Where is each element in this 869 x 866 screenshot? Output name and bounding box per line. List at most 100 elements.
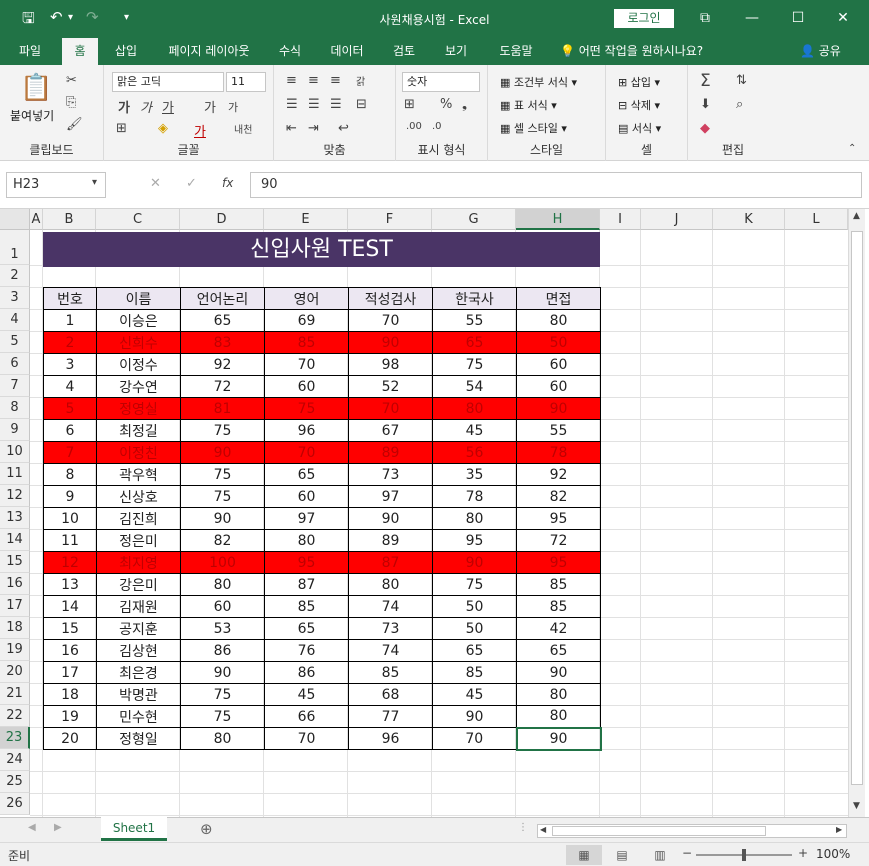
column-header-selected[interactable]: H (516, 209, 600, 230)
table-cell[interactable]: 90 (516, 397, 601, 420)
tab-formulas[interactable]: 수식 (270, 38, 310, 65)
percent-icon[interactable]: % (440, 97, 452, 112)
header-cell[interactable]: 영어 (264, 287, 349, 310)
table-cell[interactable]: 75 (180, 683, 265, 706)
table-cell[interactable]: 81 (180, 397, 265, 420)
collapse-ribbon-icon[interactable]: ⌃ (848, 143, 856, 154)
table-cell[interactable]: 최은경 (96, 661, 181, 684)
table-cell[interactable]: 13 (43, 573, 97, 596)
table-cell[interactable]: 60 (180, 595, 265, 618)
tab-insert[interactable]: 삽입 (106, 38, 146, 65)
table-cell[interactable]: 민수현 (96, 705, 181, 728)
paste-label[interactable]: 붙여넣기 (10, 107, 54, 124)
table-cell[interactable]: 72 (516, 529, 601, 552)
delete-cells-button[interactable]: ⊟ 삭제 ▾ (618, 97, 660, 113)
table-cell[interactable]: 90 (180, 441, 265, 464)
sheet-title-cell[interactable]: 신입사원 TEST (43, 232, 600, 267)
tab-page-layout[interactable]: 페이지 레이아웃 (160, 38, 258, 65)
table-cell[interactable]: 97 (264, 507, 349, 530)
table-cell[interactable]: 정은미 (96, 529, 181, 552)
row-header[interactable]: 11 (0, 463, 30, 485)
table-cell[interactable]: 강은미 (96, 573, 181, 596)
row-header[interactable]: 10 (0, 441, 30, 463)
cell-styles-button[interactable]: ▦ 셀 스타일 ▾ (500, 120, 567, 136)
table-cell[interactable]: 78 (516, 441, 601, 464)
table-cell[interactable]: 85 (516, 595, 601, 618)
find-select-icon[interactable]: ⌕ (736, 97, 743, 112)
insert-function-icon[interactable]: fx (222, 176, 233, 190)
table-cell[interactable]: 75 (264, 397, 349, 420)
table-cell[interactable]: 45 (264, 683, 349, 706)
wrap-text-icon[interactable]: ↩ (338, 121, 349, 136)
align-bottom-icon[interactable]: ≡ (330, 73, 341, 88)
column-header[interactable]: D (180, 209, 264, 230)
table-cell[interactable]: 19 (43, 705, 97, 728)
align-center-icon[interactable]: ☰ (308, 97, 320, 112)
scroll-left-icon[interactable]: ◀ (540, 825, 546, 834)
table-cell[interactable]: 신희수 (96, 331, 181, 354)
table-cell[interactable]: 공지훈 (96, 617, 181, 640)
table-cell[interactable]: 85 (264, 595, 349, 618)
close-icon[interactable]: ✕ (828, 6, 858, 30)
table-cell[interactable]: 이정친 (96, 441, 181, 464)
table-cell[interactable]: 89 (348, 529, 433, 552)
table-cell[interactable]: 73 (348, 617, 433, 640)
column-header[interactable]: B (43, 209, 96, 230)
vertical-scroll-thumb[interactable] (851, 231, 863, 785)
column-header[interactable]: A (30, 209, 43, 230)
table-cell[interactable]: 70 (264, 441, 349, 464)
ribbon-display-icon[interactable]: ⧉ (690, 6, 720, 30)
table-cell[interactable]: 82 (516, 485, 601, 508)
table-cell[interactable]: 최정길 (96, 419, 181, 442)
vertical-scrollbar[interactable]: ▲ ▼ (848, 209, 865, 817)
table-cell[interactable]: 정형일 (96, 727, 181, 750)
underline-icon[interactable]: 가 (162, 97, 174, 116)
scroll-up-icon[interactable]: ▲ (853, 211, 860, 221)
insert-cells-button[interactable]: ⊞ 삽입 ▾ (618, 74, 660, 90)
table-cell[interactable]: 1 (43, 309, 97, 332)
table-cell[interactable]: 75 (180, 463, 265, 486)
row-header[interactable]: 22 (0, 705, 30, 727)
row-header[interactable]: 4 (0, 309, 30, 331)
table-cell[interactable]: 87 (348, 551, 433, 574)
table-cell[interactable]: 신상호 (96, 485, 181, 508)
table-cell[interactable]: 67 (348, 419, 433, 442)
table-cell[interactable]: 74 (348, 595, 433, 618)
table-cell[interactable]: 69 (264, 309, 349, 332)
cancel-entry-icon[interactable]: ✕ (150, 176, 161, 191)
tab-home[interactable]: 홈 (62, 38, 98, 65)
table-cell[interactable]: 60 (264, 375, 349, 398)
table-cell[interactable]: 11 (43, 529, 97, 552)
page-layout-view-icon[interactable]: ▤ (604, 845, 640, 865)
font-name-select[interactable]: 맑은 고딕 (112, 72, 224, 92)
scroll-down-icon[interactable]: ▼ (853, 801, 860, 811)
merge-center-icon[interactable]: ⊟ (356, 97, 367, 112)
table-cell[interactable]: 90 (432, 705, 517, 728)
tab-help[interactable]: 도움말 (488, 38, 544, 65)
row-header[interactable]: 13 (0, 507, 30, 529)
table-cell[interactable]: 15 (43, 617, 97, 640)
number-format-select[interactable]: 숫자 (402, 72, 480, 92)
active-cell[interactable]: 90 (515, 726, 602, 751)
tab-file[interactable]: 파일 (8, 38, 52, 65)
align-middle-icon[interactable]: ≡ (308, 73, 319, 88)
row-header[interactable]: 6 (0, 353, 30, 375)
tab-review[interactable]: 검토 (384, 38, 424, 65)
sheet-tab-sheet1[interactable]: Sheet1 (101, 817, 167, 841)
table-cell[interactable]: 3 (43, 353, 97, 376)
format-as-table-button[interactable]: ▦ 표 서식 ▾ (500, 97, 557, 113)
table-cell[interactable]: 92 (180, 353, 265, 376)
table-cell[interactable]: 60 (516, 375, 601, 398)
table-cell[interactable]: 85 (264, 331, 349, 354)
table-cell[interactable]: 87 (264, 573, 349, 596)
table-cell[interactable]: 70 (264, 353, 349, 376)
table-cell[interactable]: 65 (516, 639, 601, 662)
table-cell[interactable]: 50 (432, 617, 517, 640)
next-sheet-icon[interactable]: ▶ (54, 822, 62, 833)
column-header[interactable]: I (600, 209, 641, 230)
align-left-icon[interactable]: ☰ (286, 97, 298, 112)
select-all-corner[interactable] (0, 209, 30, 230)
table-cell[interactable]: 95 (264, 551, 349, 574)
table-cell[interactable]: 55 (516, 419, 601, 442)
table-cell[interactable]: 45 (432, 683, 517, 706)
